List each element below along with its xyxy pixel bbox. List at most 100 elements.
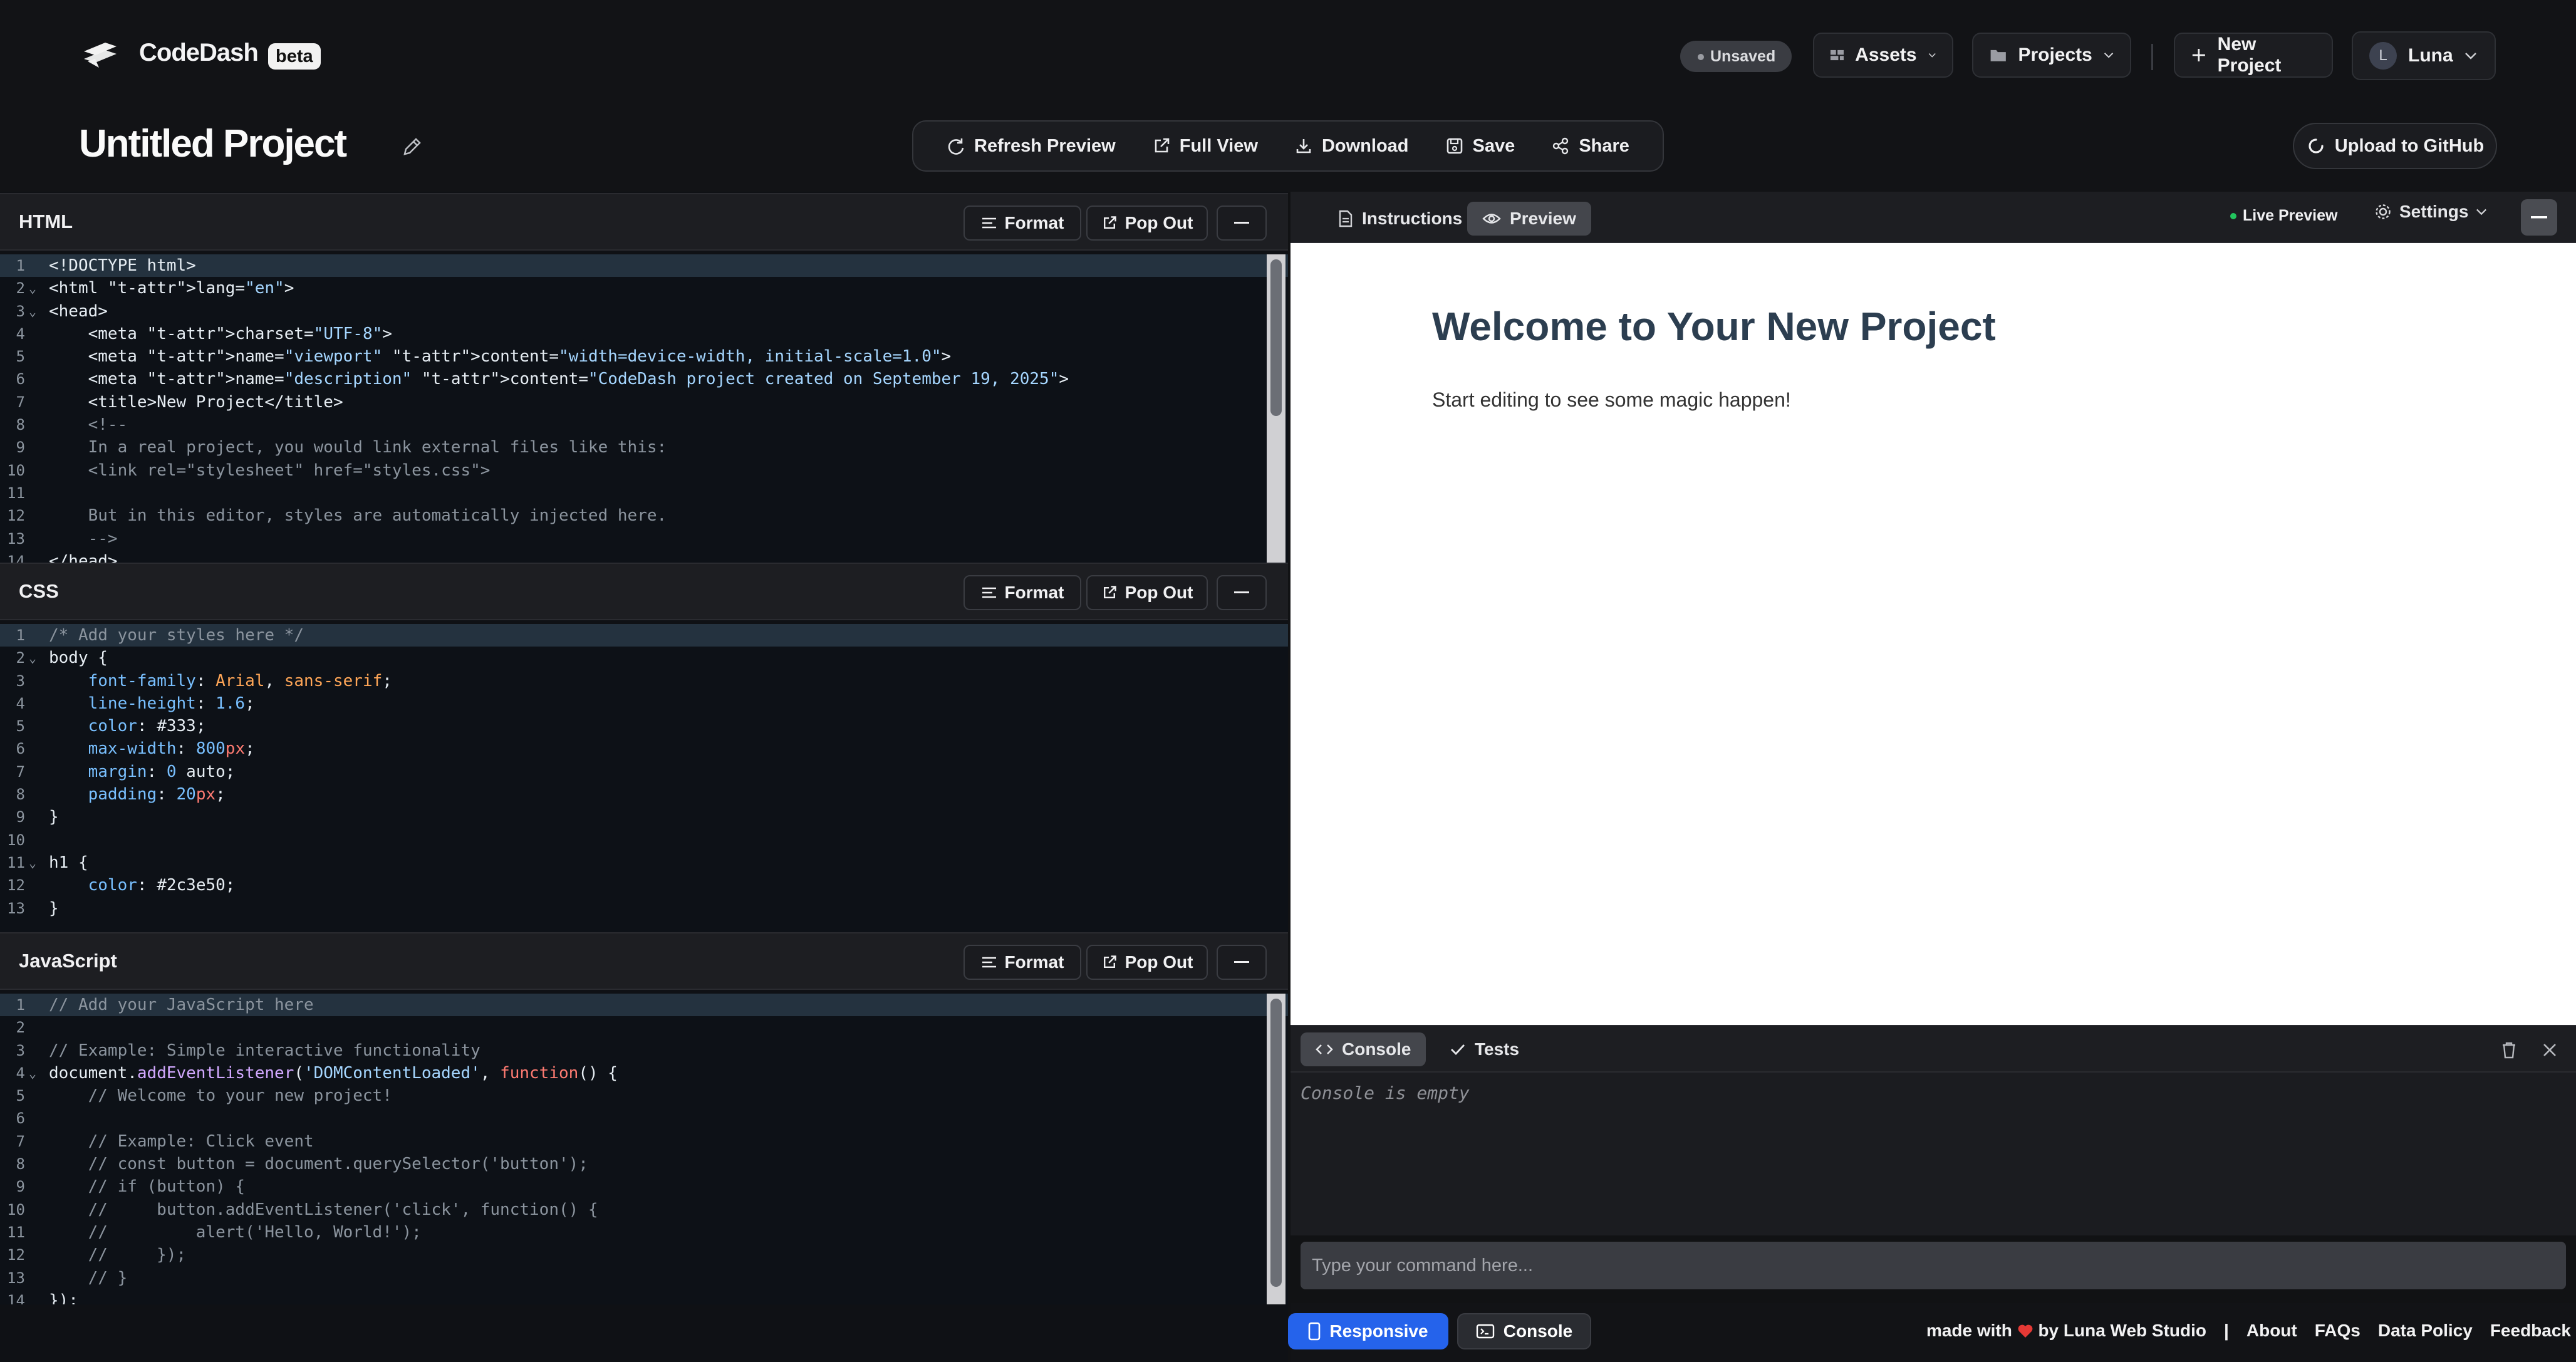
pencil-edit-icon[interactable] [400,134,425,159]
scrollbar-thumb[interactable] [1270,999,1282,1287]
css-collapse-button[interactable] [1217,575,1267,610]
code-line[interactable]: 3 // Example: Simple interactive function… [0,1039,1288,1062]
code-line[interactable]: 7 <title>New Project</title> [0,391,1288,413]
footer-console-button[interactable]: Console [1457,1313,1591,1349]
code-line[interactable]: 2 [0,1016,1288,1039]
code-line[interactable]: 6 <meta "t-attr">name="description" "t-a… [0,368,1288,390]
code-line[interactable]: 14}); [0,1289,1288,1304]
fold-chevron-icon[interactable]: ⌄ [29,300,36,323]
html-pop-out-button[interactable]: Pop Out [1086,205,1208,241]
fold-chevron-icon[interactable]: ⌄ [29,851,36,874]
code-line[interactable]: 12 But in this editor, styles are automa… [0,504,1288,527]
js-pop-out-button[interactable]: Pop Out [1086,945,1208,980]
html-format-button[interactable]: Format [963,205,1081,241]
js-code-editor[interactable]: 1 // Add your JavaScript here 2 3 // Example… [0,994,1288,1304]
code-line[interactable]: 2 ⌄ body { [0,647,1288,669]
code-line[interactable]: 8 <!-- [0,413,1288,436]
unsaved-status-badge: Unsaved [1680,41,1792,72]
download-button[interactable]: Download [1294,136,1409,157]
fold-chevron-icon[interactable]: ⌄ [29,277,36,299]
responsive-button[interactable]: Responsive [1288,1313,1448,1349]
code-line[interactable]: 5 color: #333; [0,715,1288,737]
code-line[interactable]: 11 [0,482,1288,504]
code-line[interactable]: 1 // Add your JavaScript here [0,994,1288,1017]
assets-dropdown[interactable]: Assets [1813,33,1953,78]
code-line[interactable]: 3 font-family: Arial, sans-serif; [0,670,1288,692]
code-line[interactable]: 8 // const button = document.querySelect… [0,1153,1288,1175]
code-line[interactable]: 10 [0,829,1288,851]
line-number: 13 [7,529,25,548]
js-format-button[interactable]: Format [963,945,1081,980]
save-button[interactable]: Save [1445,136,1515,157]
projects-label: Projects [2018,44,2092,65]
code-line[interactable]: 1 /* Add your styles here */ [0,624,1288,647]
code-line[interactable]: 5 // Welcome to your new project! [0,1084,1288,1107]
code-line[interactable]: 14 </head> [0,550,1288,563]
checkmark-icon [1451,1044,1465,1056]
fold-chevron-icon[interactable]: ⌄ [29,647,36,669]
css-format-button[interactable]: Format [963,575,1081,610]
js-editor-header: JavaScript Format Pop Out [0,932,1288,990]
code-line[interactable]: 1 <!DOCTYPE html> [0,254,1288,278]
code-line[interactable]: 6 max-width: 800px; [0,737,1288,760]
upload-to-github-button[interactable]: Upload to GitHub [2293,123,2497,169]
settings-dropdown[interactable]: Settings [2374,202,2487,222]
code-line[interactable]: 11 ⌄ h1 { [0,851,1288,874]
about-link[interactable]: About [2246,1321,2297,1341]
code-line[interactable]: 12 // }); [0,1244,1288,1266]
code-text: // button.addEventListener('click', func… [49,1200,598,1219]
css-code-editor[interactable]: 1/* Add your styles here */2 ⌄ body {3 fon… [0,624,1288,932]
feedback-link[interactable]: Feedback [2490,1321,2571,1341]
code-line[interactable]: 11 // alert('Hello, World!'); [0,1221,1288,1244]
js-collapse-button[interactable] [1217,945,1267,980]
new-project-button[interactable]: New Project [2174,33,2333,78]
code-line[interactable]: 13} [0,897,1288,920]
code-line[interactable]: 2 ⌄ <html "t-attr">lang="en"> [0,277,1288,299]
code-line[interactable]: 9 // if (button) { [0,1175,1288,1198]
share-button[interactable]: Share [1551,136,1629,157]
tab-preview[interactable]: Preview [1467,202,1591,236]
code-line[interactable]: 13 --> [0,528,1288,550]
console-command-input[interactable]: Type your command here... [1301,1242,2566,1289]
code-text: /* Add your styles here */ [49,626,304,645]
code-line[interactable]: 4 <meta "t-attr">charset="UTF-8"> [0,323,1288,345]
refresh-preview-button[interactable]: Refresh Preview [947,136,1116,157]
code-line[interactable]: 4 line-height: 1.6; [0,692,1288,715]
project-title[interactable]: Untitled Project [79,122,347,166]
code-line[interactable]: 10 <link rel="stylesheet" href="styles.c… [0,459,1288,482]
full-view-button[interactable]: Full View [1152,136,1258,157]
js-editor-title: JavaScript [19,950,117,972]
line-number: 11 [7,853,25,871]
code-line[interactable]: 4 ⌄ document.addEventListener('DOMContentL… [0,1062,1288,1084]
faqs-link[interactable]: FAQs [2315,1321,2360,1341]
line-number: 10 [7,831,25,849]
css-pop-out-button[interactable]: Pop Out [1086,575,1208,610]
code-line[interactable]: 3 ⌄ <head> [0,300,1288,323]
code-line[interactable]: 5 <meta "t-attr">name="viewport" "t-attr… [0,345,1288,368]
code-line[interactable]: 8 padding: 20px; [0,783,1288,806]
trash-icon[interactable] [2501,1041,2517,1059]
code-line[interactable]: 10 // button.addEventListener('click', f… [0,1198,1288,1221]
gear-icon [2376,204,2391,219]
code-line[interactable]: 9} [0,806,1288,828]
user-menu-dropdown[interactable]: L Luna [2352,31,2496,80]
tab-console[interactable]: Console [1301,1032,1426,1066]
code-text: } [49,898,59,918]
tab-instructions[interactable]: Instructions [1323,202,1477,236]
preview-minimize-button[interactable] [2521,199,2557,236]
share-label: Share [1579,135,1629,156]
fold-chevron-icon[interactable]: ⌄ [29,1062,36,1084]
close-icon[interactable] [2542,1042,2557,1058]
code-line[interactable]: 6 [0,1107,1288,1130]
html-code-editor[interactable]: 1 <!DOCTYPE html> 2 ⌄ <html "t-attr">lang="e… [0,254,1288,563]
projects-dropdown[interactable]: Projects [1972,33,2131,78]
code-line[interactable]: 7 // Example: Click event [0,1130,1288,1153]
tab-tests[interactable]: Tests [1435,1032,1534,1066]
data-policy-link[interactable]: Data Policy [2378,1321,2473,1341]
code-line[interactable]: 9 In a real project, you would link exte… [0,436,1288,459]
scrollbar-thumb[interactable] [1270,259,1282,416]
html-collapse-button[interactable] [1217,205,1267,241]
code-line[interactable]: 13 // } [0,1267,1288,1289]
code-line[interactable]: 7 margin: 0 auto; [0,761,1288,783]
code-line[interactable]: 12 color: #2c3e50; [0,874,1288,897]
